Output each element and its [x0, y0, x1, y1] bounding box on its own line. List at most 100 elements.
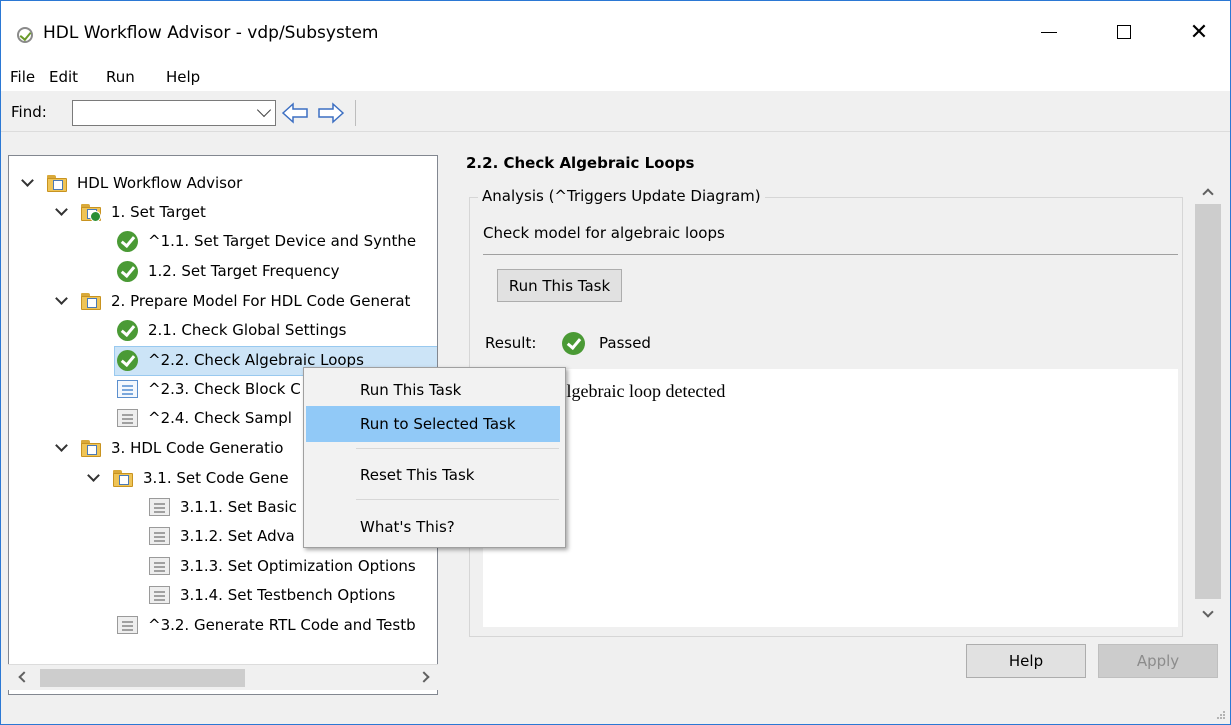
menu-edit[interactable]: Edit: [49, 68, 78, 86]
maximize-button[interactable]: [1101, 9, 1147, 55]
scrollbar-thumb[interactable]: [40, 669, 245, 687]
tree-item-hdl-code-gen[interactable]: 3. HDL Code Generatio: [55, 437, 283, 459]
tree-item-set-target[interactable]: 1. Set Target: [55, 201, 206, 223]
window-title: HDL Workflow Advisor - vdp/Subsystem: [43, 23, 379, 43]
tree-item-label: 3.1.3. Set Optimization Options: [180, 557, 416, 575]
tree-item-3-1-4[interactable]: 3.1.4. Set Testbench Options: [149, 584, 395, 606]
tree-item-1-2[interactable]: 1.2. Set Target Frequency: [117, 260, 339, 282]
chevron-down-icon[interactable]: [21, 177, 33, 189]
menu-file[interactable]: File: [10, 68, 35, 86]
apply-button[interactable]: Apply: [1098, 644, 1218, 678]
detail-vertical-scrollbar[interactable]: [1195, 177, 1221, 629]
context-menu-separator: [356, 499, 559, 500]
folder-icon: [47, 174, 67, 192]
tree-item-3-2[interactable]: ^3.2. Generate RTL Code and Testb: [117, 614, 416, 636]
minimize-icon: [1041, 31, 1057, 33]
result-label: Result:: [485, 334, 537, 352]
tree-item-label: 1.2. Set Target Frequency: [148, 262, 340, 280]
tree-item-1-1[interactable]: ^1.1. Set Target Device and Synthe: [117, 230, 416, 252]
result-status: Passed: [599, 334, 651, 352]
tree-item-3-1[interactable]: 3.1. Set Code Gene: [87, 467, 289, 489]
scroll-down-icon[interactable]: [1202, 606, 1214, 618]
context-menu-separator: [356, 448, 559, 449]
context-menu-reset-this-task[interactable]: Reset This Task: [306, 457, 560, 493]
tree-item-label: ^1.1. Set Target Device and Synthe: [148, 232, 417, 250]
tree-item-label: 2.1. Check Global Settings: [148, 321, 347, 339]
tree-item-label: 3.1.1. Set Basic: [180, 498, 297, 516]
close-icon: ✕: [1189, 19, 1209, 45]
task-icon: [149, 586, 170, 604]
scrollbar-thumb[interactable]: [1195, 204, 1221, 599]
minimize-button[interactable]: [1026, 9, 1072, 55]
chevron-down-icon[interactable]: [55, 295, 67, 307]
menu-run[interactable]: Run: [106, 68, 135, 86]
find-combobox[interactable]: [72, 100, 276, 126]
toolbar-separator: [355, 100, 356, 126]
tree-item-2-3[interactable]: ^2.3. Check Block C: [117, 378, 301, 400]
run-this-task-button[interactable]: Run This Task: [497, 269, 622, 302]
task-icon: [117, 380, 138, 398]
tree-horizontal-scrollbar[interactable]: [8, 664, 438, 690]
task-icon: [149, 527, 170, 545]
check-icon: [117, 230, 138, 252]
close-button[interactable]: ✕: [1176, 9, 1222, 55]
chevron-down-icon[interactable]: [256, 102, 272, 118]
title-bar: HDL Workflow Advisor - vdp/Subsystem ✕: [1, 1, 1230, 67]
folder-icon: [81, 439, 101, 457]
folder-icon: [113, 469, 133, 487]
tree-item-3-1-3[interactable]: 3.1.3. Set Optimization Options: [149, 555, 416, 577]
tree-item-label: ^2.4. Check Sampl: [148, 409, 292, 427]
maximize-icon: [1117, 25, 1131, 39]
task-icon: [149, 498, 170, 516]
right-arrow-icon[interactable]: [317, 102, 345, 124]
scroll-up-icon[interactable]: [1202, 188, 1214, 200]
context-menu: Run This Task Run to Selected Task Reset…: [303, 367, 566, 548]
chevron-down-icon[interactable]: [55, 206, 67, 218]
tree-item-label: 3.1. Set Code Gene: [143, 469, 289, 487]
task-icon: [149, 557, 170, 575]
tree-item-label: 1. Set Target: [111, 203, 206, 221]
tree-item-label: 3.1.4. Set Testbench Options: [180, 586, 396, 604]
check-icon: [117, 260, 138, 282]
task-title: 2.2. Check Algebraic Loops: [466, 154, 695, 172]
tree-item-label: 2. Prepare Model For HDL Code Generat: [111, 292, 411, 310]
help-button[interactable]: Help: [966, 644, 1086, 678]
check-icon: [117, 349, 138, 371]
folder-check-icon: [81, 203, 101, 222]
tree-item-label: 3.1.2. Set Adva: [180, 527, 295, 545]
chevron-down-icon[interactable]: [87, 472, 99, 484]
left-arrow-icon[interactable]: [281, 102, 309, 124]
context-menu-run-to-selected-task[interactable]: Run to Selected Task: [306, 406, 560, 442]
result-output-area: [483, 369, 1178, 627]
scroll-right-icon[interactable]: [418, 671, 430, 683]
task-description: Check model for algebraic loops: [483, 224, 725, 242]
tree-item-label: 3. HDL Code Generatio: [111, 439, 284, 457]
scroll-left-icon[interactable]: [18, 671, 30, 683]
menu-help[interactable]: Help: [166, 68, 200, 86]
analysis-group-label: Analysis (^Triggers Update Diagram): [478, 187, 765, 205]
tree-item-prepare-model[interactable]: 2. Prepare Model For HDL Code Generat: [55, 290, 410, 312]
task-icon: [117, 409, 138, 427]
tree-item-label: HDL Workflow Advisor: [77, 174, 243, 192]
app-window: HDL Workflow Advisor - vdp/Subsystem ✕ F…: [0, 0, 1231, 725]
check-icon: [562, 332, 585, 355]
menu-bar: File Edit Run Help: [1, 63, 1230, 91]
tree-item-root[interactable]: HDL Workflow Advisor: [21, 172, 242, 194]
toolbar: Find:: [1, 92, 1230, 132]
tree-item-2-4[interactable]: ^2.4. Check Sampl: [117, 407, 292, 429]
check-icon: [117, 319, 138, 341]
tree-item-label: ^2.3. Check Block C: [148, 380, 301, 398]
find-label: Find:: [11, 103, 47, 121]
tree-item-label: ^3.2. Generate RTL Code and Testb: [148, 616, 416, 634]
context-menu-run-this-task[interactable]: Run This Task: [306, 372, 560, 408]
task-icon: [117, 616, 138, 634]
context-menu-whats-this[interactable]: What's This?: [306, 509, 560, 545]
app-icon: [17, 27, 33, 43]
resize-grip-icon[interactable]: [1216, 710, 1226, 720]
divider: [483, 254, 1178, 255]
tree-item-2-1[interactable]: 2.1. Check Global Settings: [117, 319, 346, 341]
folder-icon: [81, 292, 101, 310]
tree-item-3-1-2[interactable]: 3.1.2. Set Adva: [149, 525, 295, 547]
chevron-down-icon[interactable]: [55, 442, 67, 454]
tree-item-3-1-1[interactable]: 3.1.1. Set Basic: [149, 496, 297, 518]
